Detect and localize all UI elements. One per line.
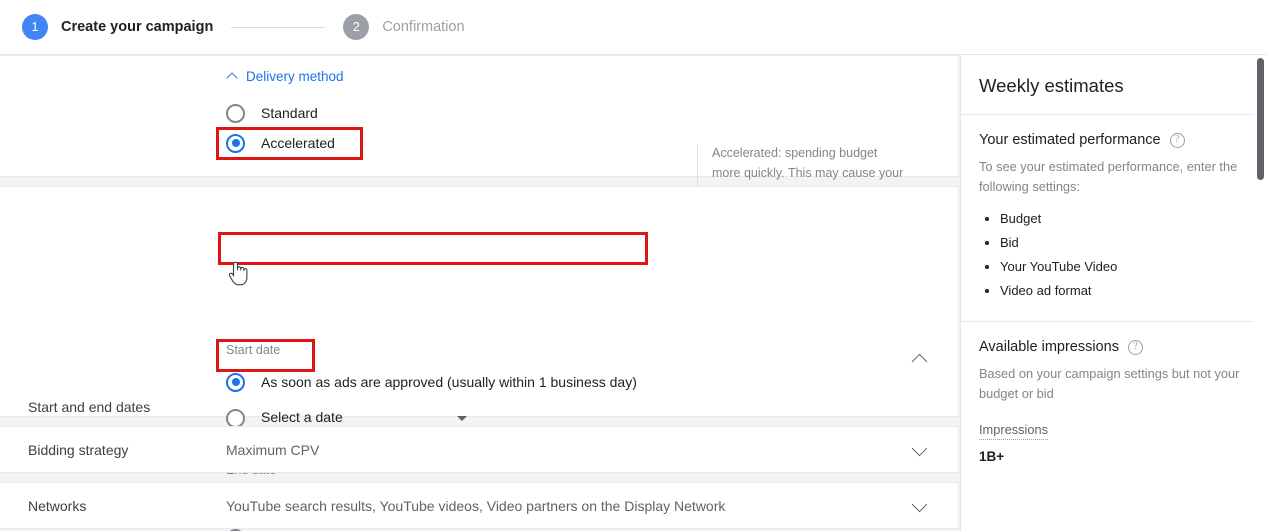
page-scrollbar[interactable] (1254, 55, 1267, 531)
networks-value: YouTube search results, YouTube videos, … (226, 497, 726, 514)
list-item: Bid (1000, 235, 1249, 251)
start-date-picker-value: Select a date (261, 408, 343, 425)
radio-standard-label: Standard (261, 105, 318, 121)
stepper-step-1[interactable]: 1 Create your campaign (22, 14, 213, 40)
list-item: Your YouTube Video (1000, 259, 1249, 275)
radio-standard[interactable] (226, 103, 245, 123)
bidding-strategy-value: Maximum CPV (226, 441, 320, 458)
available-impressions-heading: Available impressions (979, 339, 1119, 355)
available-impressions-heading-row: Available impressions ? (979, 339, 1249, 355)
delivery-method-label: Delivery method (246, 69, 344, 84)
help-circle-icon[interactable]: ? (1169, 132, 1185, 148)
delivery-option-accelerated[interactable]: Accelerated (226, 128, 335, 158)
bidding-strategy-title: Bidding strategy (28, 441, 129, 458)
estimated-performance-requirements: Budget Bid Your YouTube Video Video ad f… (979, 211, 1249, 299)
step-1-number: 1 (22, 14, 48, 40)
start-end-dates-title: Start and end dates (28, 399, 151, 415)
campaign-stepper: 1 Create your campaign 2 Confirmation (0, 0, 1267, 55)
start-date-label: Start date (226, 343, 281, 357)
chevron-down-icon (457, 415, 467, 421)
radio-start-asap-label: As soon as ads are approved (usually wit… (261, 374, 637, 390)
impressions-metric-value: 1B+ (979, 449, 1005, 464)
app-root: 1 Create your campaign 2 Confirmation De… (0, 0, 1267, 531)
start-end-dates-card: Start and end dates Start date As soon a… (0, 186, 959, 531)
radio-start-select-date[interactable] (226, 408, 245, 428)
help-circle-icon[interactable]: ? (1127, 339, 1143, 355)
page-scrollbar-thumb[interactable] (1257, 58, 1264, 180)
step-2-number: 2 (343, 14, 370, 40)
networks-title: Networks (28, 497, 87, 514)
step-2-label: Confirmation (382, 19, 465, 35)
radio-accelerated-label: Accelerated (261, 135, 335, 151)
chevron-down-icon[interactable] (914, 444, 928, 458)
delivery-method-card: Delivery method Standard Accelerated Acc… (0, 55, 959, 203)
impressions-metric-label[interactable]: Impressions (979, 422, 1048, 440)
sidebar-title: Weekly estimates (979, 75, 1124, 96)
chevron-up-icon (228, 71, 239, 82)
delivery-option-standard[interactable]: Standard (226, 98, 335, 128)
estimated-performance-heading: Your estimated performance (979, 132, 1161, 148)
radio-accelerated[interactable] (226, 133, 245, 153)
chevron-down-icon[interactable] (914, 500, 928, 514)
list-item: Budget (1000, 211, 1249, 227)
available-impressions-section: Available impressions ? Based on your ca… (961, 322, 1267, 478)
step-1-label: Create your campaign (61, 19, 214, 35)
networks-row[interactable]: Networks YouTube search results, YouTube… (0, 482, 959, 529)
delivery-method-toggle[interactable]: Delivery method (228, 69, 344, 84)
stepper-step-2[interactable]: 2 Confirmation (343, 14, 465, 40)
estimated-performance-section: Your estimated performance ? To see your… (961, 115, 1267, 321)
delivery-method-options: Standard Accelerated (226, 98, 335, 158)
start-date-picker[interactable]: Select a date (261, 409, 473, 428)
available-impressions-description: Based on your campaign settings but not … (979, 366, 1240, 401)
radio-start-asap[interactable] (226, 372, 245, 392)
weekly-estimates-sidebar: Weekly estimates Your estimated performa… (960, 55, 1267, 531)
estimated-performance-heading-row: Your estimated performance ? (979, 132, 1249, 148)
settings-main-column: Delivery method Standard Accelerated Acc… (0, 55, 959, 531)
bidding-strategy-row[interactable]: Bidding strategy Maximum CPV (0, 426, 959, 473)
start-date-option-asap[interactable]: As soon as ads are approved (usually wit… (226, 367, 926, 397)
list-item: Video ad format (1000, 283, 1249, 299)
estimated-performance-description: To see your estimated performance, enter… (979, 159, 1238, 194)
stepper-connector (231, 26, 326, 28)
